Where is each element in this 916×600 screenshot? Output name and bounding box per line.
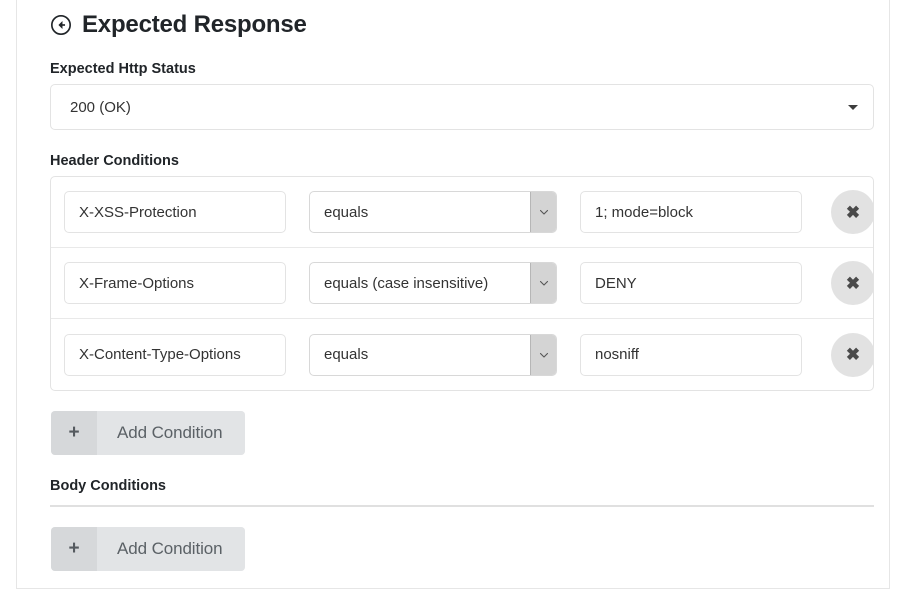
header-value-input[interactable]: [580, 191, 802, 233]
header-name-input[interactable]: [64, 191, 286, 233]
plus-icon: +: [51, 411, 97, 455]
expected-http-status-select[interactable]: 200 (OK): [50, 84, 874, 130]
table-row: equals ✖: [51, 177, 873, 248]
table-row: equals ✖: [51, 319, 873, 390]
header-operator-field: equals: [309, 191, 557, 233]
add-body-condition-button[interactable]: + Add Condition: [51, 527, 245, 571]
page-content: Expected Response Expected Http Status 2…: [34, 0, 890, 571]
delete-condition-button[interactable]: ✖: [831, 190, 874, 234]
header-operator-select[interactable]: equals: [309, 334, 557, 376]
header-conditions-list: equals ✖ equals (case in: [50, 176, 874, 391]
header-operator-field: equals (case insensitive): [309, 262, 557, 304]
delete-condition-button[interactable]: ✖: [831, 333, 874, 377]
circle-arrow-left-icon[interactable]: [50, 14, 72, 36]
expected-http-status-label: Expected Http Status: [34, 61, 890, 77]
expected-http-status-field: 200 (OK): [50, 84, 874, 130]
table-row: equals (case insensitive) ✖: [51, 248, 873, 319]
body-conditions-divider: [50, 505, 874, 507]
plus-icon: +: [51, 527, 97, 571]
page-header: Expected Response: [34, 0, 890, 38]
add-header-condition-button[interactable]: + Add Condition: [51, 411, 245, 455]
close-x-icon: ✖: [846, 275, 860, 292]
add-header-condition-label: Add Condition: [97, 411, 245, 455]
close-x-icon: ✖: [846, 346, 860, 363]
page-title: Expected Response: [82, 12, 307, 38]
page-frame: Expected Response Expected Http Status 2…: [16, 0, 890, 589]
header-operator-select[interactable]: equals (case insensitive): [309, 262, 557, 304]
close-x-icon: ✖: [846, 204, 860, 221]
header-value-input[interactable]: [580, 262, 802, 304]
header-name-input[interactable]: [64, 262, 286, 304]
add-body-condition-label: Add Condition: [97, 527, 245, 571]
delete-condition-button[interactable]: ✖: [831, 261, 874, 305]
header-operator-field: equals: [309, 334, 557, 376]
header-operator-select[interactable]: equals: [309, 191, 557, 233]
header-conditions-label: Header Conditions: [34, 153, 890, 169]
body-conditions-label: Body Conditions: [34, 478, 890, 494]
header-value-input[interactable]: [580, 334, 802, 376]
header-name-input[interactable]: [64, 334, 286, 376]
